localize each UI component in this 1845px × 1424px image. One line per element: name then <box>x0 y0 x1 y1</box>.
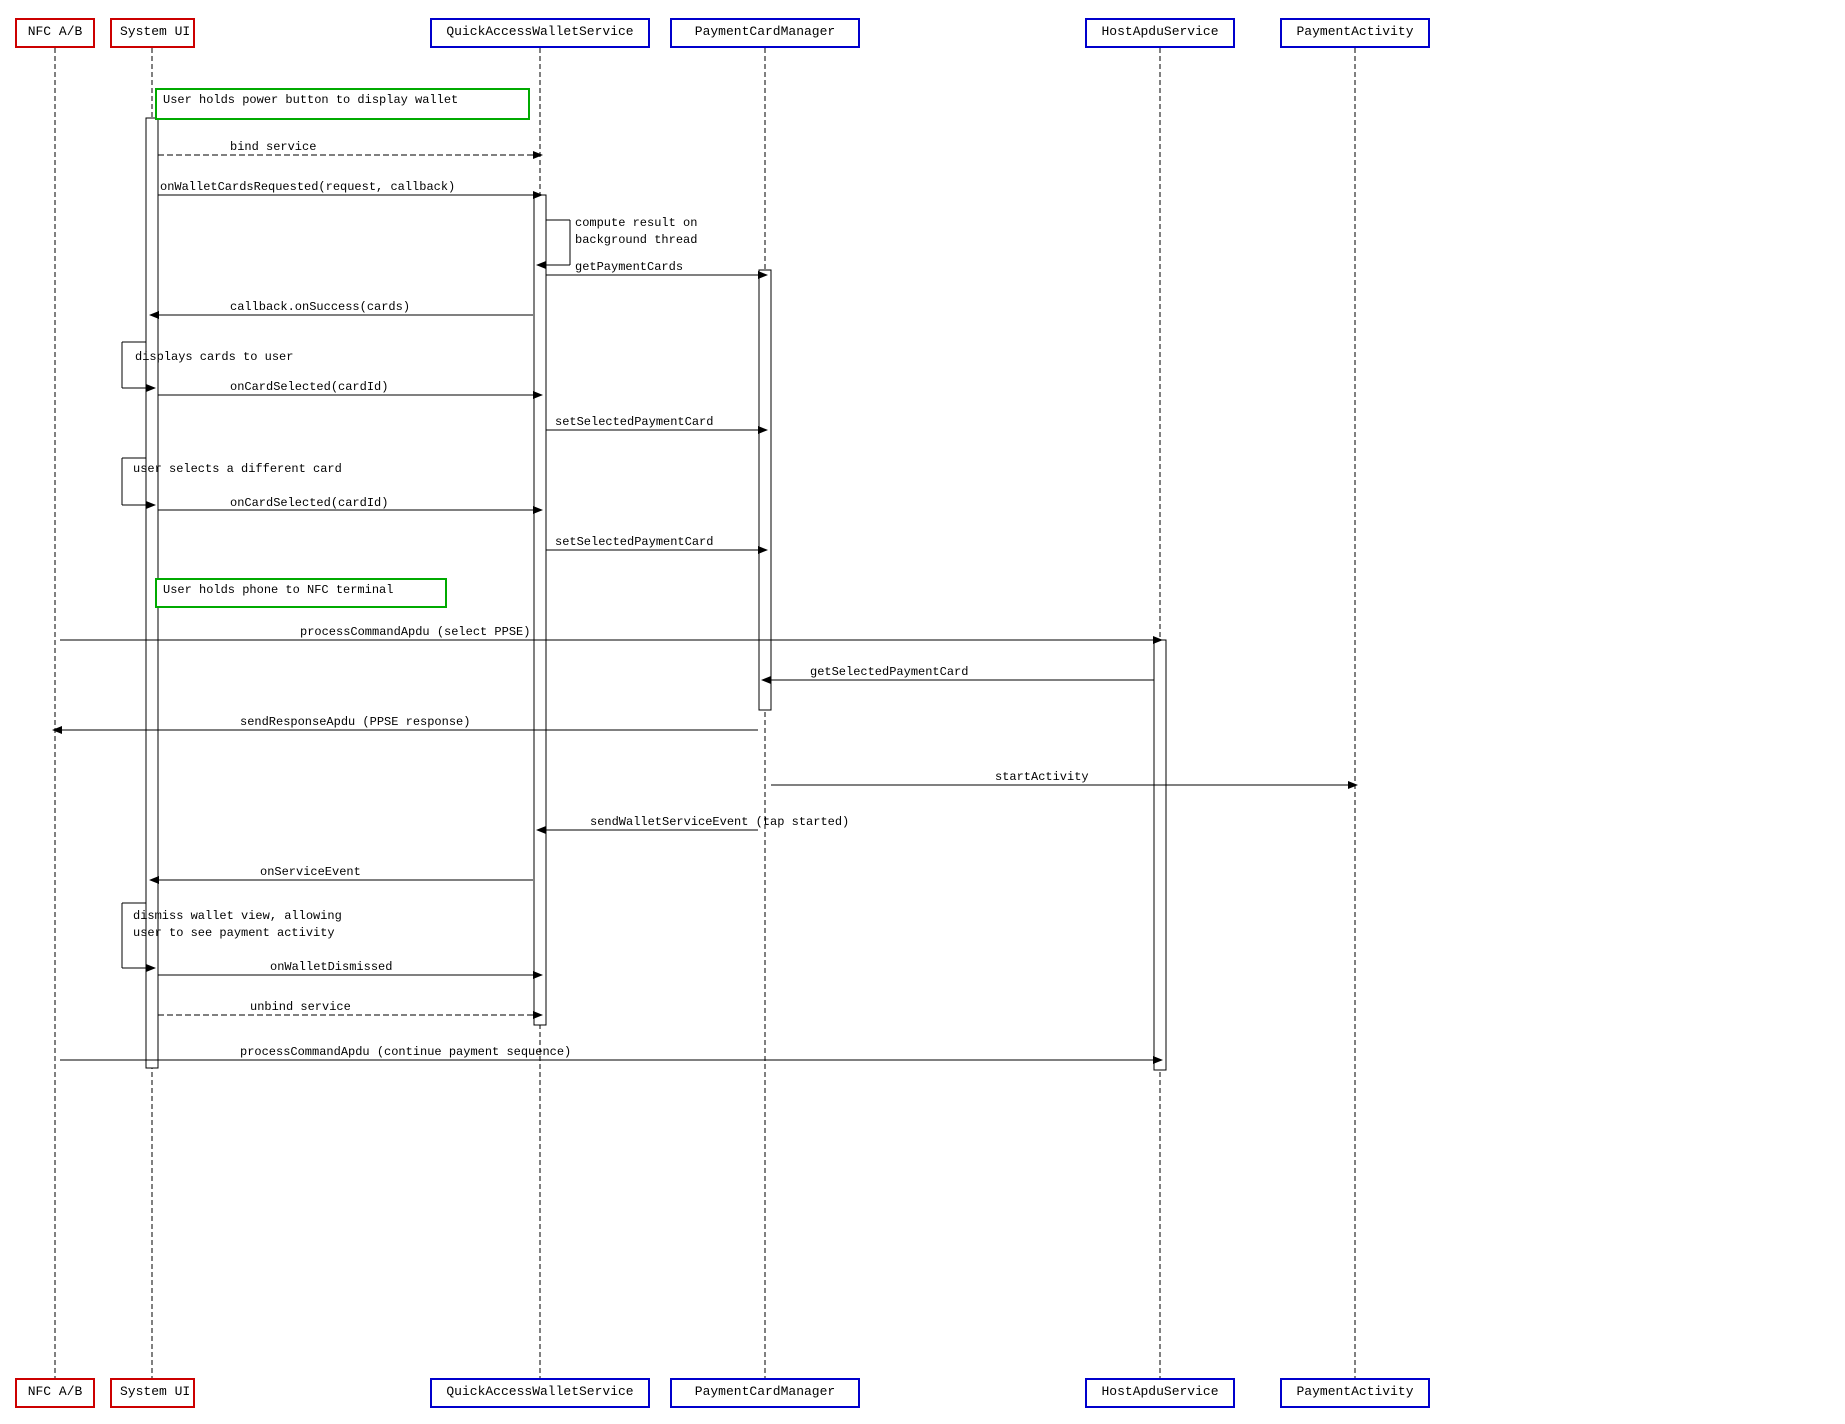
msg-onwalletcardsrequested: onWalletCardsRequested(request, callback… <box>160 180 455 194</box>
msg-startactivity: startActivity <box>995 770 1089 784</box>
msg-oncardselected-1: onCardSelected(cardId) <box>230 380 388 394</box>
msg-unbind-service: unbind service <box>250 1000 351 1014</box>
actor-pcm-top: PaymentCardManager <box>670 18 860 48</box>
msg-processcommandapdu-continue: processCommandApdu (continue payment seq… <box>240 1045 571 1059</box>
msg-dismiss-wallet: dismiss wallet view, allowinguser to see… <box>133 908 342 942</box>
msg-getselectedpaymentcard: getSelectedPaymentCard <box>810 665 968 679</box>
actor-nfc-bottom: NFC A/B <box>15 1378 95 1408</box>
actor-qaws-bottom: QuickAccessWalletService <box>430 1378 650 1408</box>
msg-onwalletdismissed: onWalletDismissed <box>270 960 392 974</box>
actor-pcm-bottom: PaymentCardManager <box>670 1378 860 1408</box>
sequence-diagram: NFC A/B System UI QuickAccessWalletServi… <box>0 0 1845 1424</box>
diagram-svg <box>0 0 1845 1424</box>
actor-qaws-top: QuickAccessWalletService <box>430 18 650 48</box>
actor-has-top: HostApduService <box>1085 18 1235 48</box>
note-nfc-terminal: User holds phone to NFC terminal <box>155 578 447 608</box>
note-power-button: User holds power button to display walle… <box>155 88 530 120</box>
msg-displays-cards: displays cards to user <box>135 350 293 364</box>
actor-pa-top: PaymentActivity <box>1280 18 1430 48</box>
actor-pa-bottom: PaymentActivity <box>1280 1378 1430 1408</box>
actor-nfc-top: NFC A/B <box>15 18 95 48</box>
msg-onserviceevent: onServiceEvent <box>260 865 361 879</box>
msg-oncardselected-2: onCardSelected(cardId) <box>230 496 388 510</box>
msg-sendwalletserviceevent: sendWalletServiceEvent (tap started) <box>590 815 849 829</box>
msg-bind-service: bind service <box>230 140 316 154</box>
actor-has-bottom: HostApduService <box>1085 1378 1235 1408</box>
msg-sendresponseapdu: sendResponseApdu (PPSE response) <box>240 715 470 729</box>
msg-getpaymentcards: getPaymentCards <box>575 260 683 274</box>
msg-callback-onsuccess: callback.onSuccess(cards) <box>230 300 410 314</box>
msg-setselectedpaymentcard-2: setSelectedPaymentCard <box>555 535 713 549</box>
msg-user-selects-different: user selects a different card <box>133 462 342 476</box>
actor-sysui-bottom: System UI <box>110 1378 195 1408</box>
msg-compute-result: compute result onbackground thread <box>575 215 697 249</box>
msg-setselectedpaymentcard-1: setSelectedPaymentCard <box>555 415 713 429</box>
msg-processcommandapdu-ppse: processCommandApdu (select PPSE) <box>300 625 530 639</box>
actor-sysui-top: System UI <box>110 18 195 48</box>
